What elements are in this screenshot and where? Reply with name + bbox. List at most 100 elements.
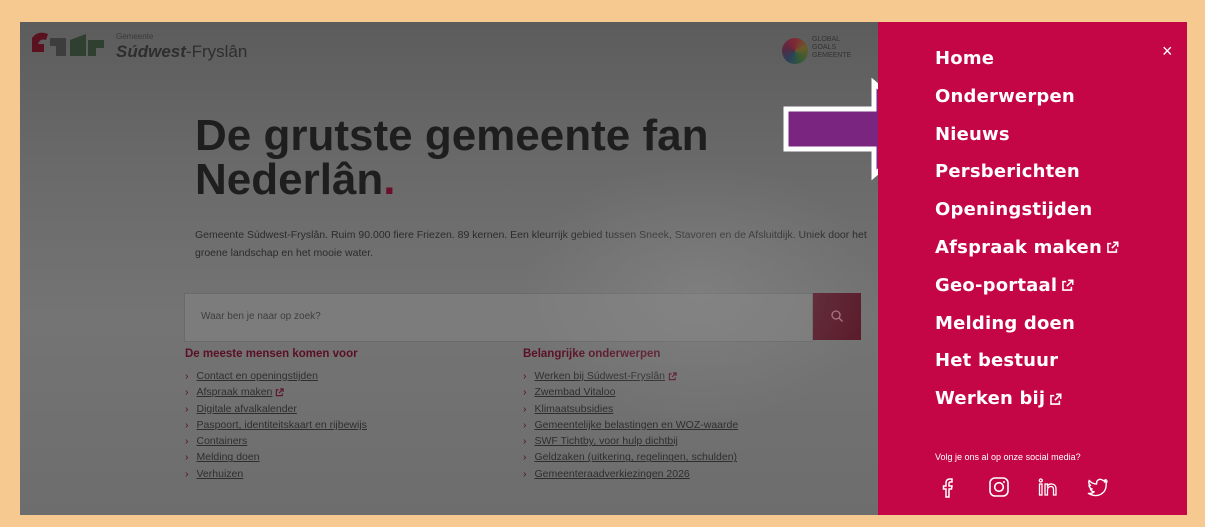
important-topics-list: › Werken bij Súdwest-Fryslân › Zwembad Vita… [523,368,738,482]
chevron-right-icon: › [523,370,527,382]
popular-links: De meeste mensen komen voor › Contact en … [185,348,367,482]
external-link-icon [276,388,285,397]
menu-item-label: Home [935,48,995,69]
chevron-right-icon: › [185,418,189,431]
menu-item-label: Onderwerpen [935,85,1075,107]
menu-item[interactable]: Afspraak maken [935,237,1119,275]
menu-item[interactable]: Het bestuur [935,350,1119,388]
navigation-menu-panel: × Home Onderwerpen Nieuws Persberichten Open… [878,22,1187,515]
list-item: › Zwembad Vitaloo [523,384,738,400]
search-input[interactable] [185,294,811,339]
menu-item-label: Openingstijden [935,199,1093,221]
search-box [184,293,813,342]
chevron-right-icon: › [185,370,189,382]
menu-item-label: Persberichten [935,161,1080,183]
search-button[interactable] [813,293,861,340]
list-item: › SWF Tichtby, voor hulp dichtbij [523,433,738,449]
external-link-icon [668,372,677,380]
title-line-1: De grutste gemeente fan [195,111,709,160]
external-link-icon [1062,279,1074,292]
title-dot: . [383,155,396,204]
twitter-icon[interactable] [1085,474,1111,500]
linkedin-icon[interactable] [1035,474,1061,500]
chevron-right-icon: › [523,467,527,480]
menu-item-label: Geo-portaal [935,274,1058,296]
chevron-right-icon: › [523,418,527,431]
external-link-icon [1050,393,1062,405]
main-menu: Home Onderwerpen Nieuws Persberichten Openin… [935,48,1119,426]
chevron-right-icon: › [185,467,189,480]
quick-link[interactable]: Geldzaken (uitkering, regelingen, schuld… [535,451,738,463]
list-item: › Klimaatsubsidies [523,401,738,417]
quick-link[interactable]: Contact en openingstijden [197,370,318,382]
global-goals-text: GLOBAL GOALS GEMEENTE [812,36,872,60]
chevron-right-icon: › [185,435,189,448]
chevron-right-icon: › [523,451,527,464]
quick-link[interactable]: Digitale afvalkalender [197,403,297,415]
quick-link[interactable]: Gemeenteraadverkiezingen 2026 [535,468,690,480]
quick-link[interactable]: Werken bij Súdwest-Fryslân [535,370,666,382]
list-item: › Geldzaken (uitkering, regelingen, schul… [523,449,738,465]
menu-item[interactable]: Openingstijden [935,199,1119,237]
list-item: › Melding doen [185,449,367,465]
logo-name-rest: -Fryslân [185,42,248,61]
browser-viewport: Gemeente Súdwest-Fryslân GLOBAL GOALS GE… [20,22,1187,515]
menu-item[interactable]: Nieuws [935,124,1119,162]
menu-item-label: Afspraak maken [935,236,1102,258]
quick-link[interactable]: Containers [197,435,248,447]
chevron-right-icon: › [523,435,527,448]
list-item: › Verhuizen [185,466,367,482]
menu-item[interactable]: Werken bij [935,388,1119,426]
menu-item[interactable]: Persberichten [935,161,1119,199]
external-link-icon [1107,242,1119,254]
close-icon[interactable]: × [1162,42,1173,60]
important-topics-heading: Belangrijke onderwerpen [523,348,661,360]
quick-link[interactable]: Afspraak maken [197,386,273,398]
menu-item[interactable]: Geo-portaal [935,275,1119,313]
quick-link[interactable]: Klimaatsubsidies [535,403,614,415]
intro-text: Gemeente Súdwest-Fryslân. Ruim 90.000 fi… [195,228,867,259]
logo-mark-icon [32,32,104,56]
social-text: Volg je ons al op onze social media? [935,452,1081,462]
logo-small-text: Gemeente [116,32,154,41]
search-icon [831,310,843,322]
menu-item[interactable]: Home [935,48,1119,86]
list-item: › Afspraak maken [185,384,367,400]
title-line-2: Nederlân [195,155,384,204]
important-topics: Belangrijke onderwerpen › Werken bij Súdw… [523,348,738,482]
page-title: De grutste gemeente fan Nederlân. [195,114,815,202]
global-goals-line: GOALS [812,44,837,51]
global-goals-wheel-icon [782,38,808,64]
menu-item[interactable]: Onderwerpen [935,86,1119,124]
dimmed-page: Gemeente Súdwest-Fryslân GLOBAL GOALS GE… [20,22,932,515]
list-item: › Werken bij Súdwest-Fryslân [523,368,738,384]
quick-link[interactable]: Paspoort, identiteitskaart en rijbewijs [197,419,367,431]
list-item: › Digitale afvalkalender [185,401,367,417]
menu-item-label: Werken bij [935,388,1046,410]
quick-link[interactable]: Verhuizen [197,468,244,480]
list-item: › Gemeentelijke belastingen en WOZ-waarde [523,417,738,433]
chevron-right-icon: › [523,386,527,399]
chevron-right-icon: › [185,386,189,399]
list-item: › Gemeenteraadverkiezingen 2026 [523,466,738,482]
chevron-right-icon: › [185,451,189,464]
quick-link[interactable]: SWF Tichtby, voor hulp dichtbij [535,435,678,447]
chevron-right-icon: › [185,402,189,415]
popular-links-heading: De meeste mensen komen voor [185,348,358,360]
logo-name: Súdwest-Fryslân [116,42,247,62]
logo-name-bold: Súdwest [116,42,186,61]
list-item: › Containers [185,433,367,449]
menu-item[interactable]: Melding doen [935,313,1119,351]
global-goals-line: GLOBAL [812,36,841,43]
chevron-right-icon: › [523,402,527,415]
facebook-icon[interactable] [935,474,961,500]
list-item: › Paspoort, identiteitskaart en rijbewijs [185,417,367,433]
menu-item-label: Nieuws [935,123,1010,145]
quick-link[interactable]: Zwembad Vitaloo [535,386,616,398]
quick-link[interactable]: Gemeentelijke belastingen en WOZ-waarde [535,419,739,431]
global-goals-line: GEMEENTE [812,52,852,59]
instagram-icon[interactable] [986,474,1012,500]
popular-links-list: › Contact en openingstijden › Afspraak make… [185,368,367,482]
quick-link[interactable]: Melding doen [197,451,260,463]
list-item: › Contact en openingstijden [185,368,367,384]
